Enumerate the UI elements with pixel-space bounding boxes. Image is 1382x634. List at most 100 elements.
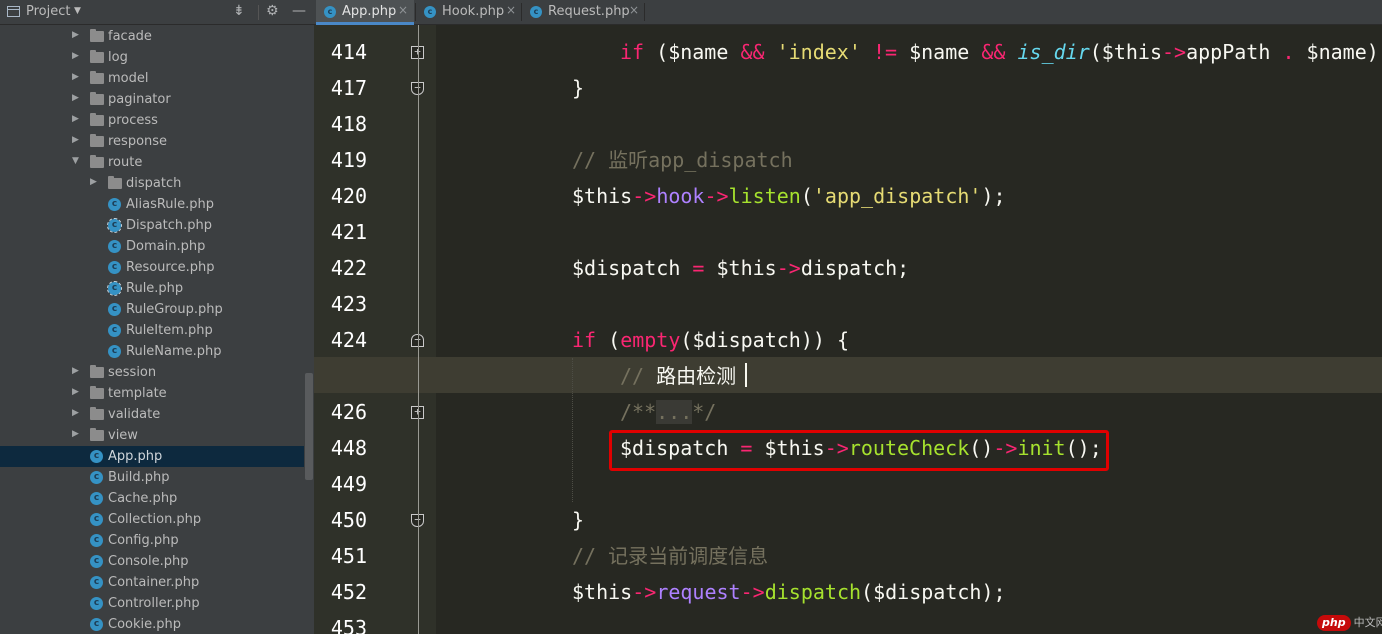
tree-item[interactable]: c App.php	[0, 446, 304, 467]
expand-arrow-right-icon[interactable]: ▶	[72, 408, 79, 418]
tree-item-label: Console.php	[108, 554, 189, 569]
tree-item[interactable]: ▶ dispatch	[0, 173, 304, 194]
tree-item[interactable]: c Resource.php	[0, 257, 304, 278]
expand-arrow-right-icon[interactable]: ▶	[72, 387, 79, 397]
code-token: 监听app_dispatch	[608, 148, 793, 172]
line-number: 421	[330, 220, 367, 244]
tree-item[interactable]: c Container.php	[0, 572, 304, 593]
code-line[interactable]: if ($name && 'index' != $name && is_dir(…	[620, 34, 1382, 70]
tree-item-label: session	[108, 365, 157, 380]
tree-item[interactable]: c RuleItem.php	[0, 320, 304, 341]
tree-item[interactable]: c Rule.php	[0, 278, 304, 299]
expand-arrow-right-icon[interactable]: ▶	[72, 429, 79, 439]
expand-arrow-right-icon[interactable]: ▶	[90, 177, 97, 187]
tree-item-label: Collection.php	[108, 512, 202, 527]
tree-item[interactable]: ▶ log	[0, 47, 304, 68]
tab-request-php[interactable]: c Request.php ×	[522, 0, 644, 24]
code-line[interactable]: }	[572, 502, 584, 538]
tree-item[interactable]: c Controller.php	[0, 593, 304, 614]
tree-item[interactable]: ▶ facade	[0, 26, 304, 47]
tree-item[interactable]: ▶ response	[0, 131, 304, 152]
tab-label: Request.php	[548, 4, 630, 19]
project-icon	[7, 6, 20, 17]
tree-item[interactable]: ▼ route	[0, 152, 304, 173]
project-title[interactable]: Project	[26, 4, 70, 19]
tree-item-label: log	[108, 50, 128, 65]
class-icon: c	[108, 303, 121, 316]
expand-arrow-right-icon[interactable]: ▶	[72, 366, 79, 376]
tab-hook-php[interactable]: c Hook.php ×	[416, 0, 520, 24]
tree-item[interactable]: ▶ model	[0, 68, 304, 89]
code-line[interactable]: // 记录当前调度信息	[572, 538, 768, 574]
class-icon: c	[530, 6, 542, 18]
code-editor[interactable]: 414+417−418419420421422423424−425426+448…	[314, 25, 1382, 634]
tree-item[interactable]: c RuleName.php	[0, 341, 304, 362]
expand-arrow-right-icon[interactable]: ▶	[72, 30, 79, 40]
tree-item-label: validate	[108, 407, 161, 422]
code-token: (	[596, 328, 621, 352]
line-number: 419	[330, 148, 367, 172]
hide-panel-icon[interactable]: —	[292, 3, 306, 19]
tree-item[interactable]: ▶ validate	[0, 404, 304, 425]
tree-item[interactable]: ▶ session	[0, 362, 304, 383]
class-icon: c	[108, 345, 121, 358]
code-line[interactable]: $dispatch = $this->dispatch;	[572, 250, 909, 286]
code-token: ->	[704, 184, 729, 208]
code-token: dispatch;	[800, 256, 910, 280]
close-icon[interactable]: ×	[398, 3, 408, 17]
tree-item[interactable]: c Collection.php	[0, 509, 304, 530]
expand-arrow-right-icon[interactable]: ▶	[72, 135, 79, 145]
tab-app-php[interactable]: c App.php ×	[316, 0, 414, 25]
code-token: //	[572, 148, 609, 172]
line-number: 449	[330, 472, 367, 496]
code-token: $dispatch	[873, 580, 982, 604]
expand-arrow-right-icon[interactable]: ▶	[72, 93, 79, 103]
tree-item[interactable]: ▶ template	[0, 383, 304, 404]
tree-item-label: process	[108, 113, 158, 128]
close-icon[interactable]: ×	[629, 3, 639, 17]
tree-item[interactable]: ▶ paginator	[0, 89, 304, 110]
code-line[interactable]: /**...*/	[620, 394, 716, 430]
tree-item[interactable]: c AliasRule.php	[0, 194, 304, 215]
tree-item-label: App.php	[108, 449, 163, 464]
expand-arrow-right-icon[interactable]: ▶	[72, 51, 79, 61]
code-line[interactable]: }	[572, 70, 584, 106]
expand-arrow-right-icon[interactable]: ▶	[72, 72, 79, 82]
sidebar-scrollbar-thumb[interactable]	[305, 373, 313, 480]
tree-item[interactable]: c Config.php	[0, 530, 304, 551]
gear-icon[interactable]: ⚙	[266, 3, 279, 19]
expand-arrow-down-icon[interactable]: ▼	[72, 156, 79, 166]
tree-item[interactable]: c Dispatch.php	[0, 215, 304, 236]
folder-icon	[90, 365, 104, 378]
code-line[interactable]: // 路由检测	[620, 358, 736, 394]
tree-item-label: model	[108, 71, 149, 86]
code-token: $name	[668, 40, 729, 64]
tree-item-label: AliasRule.php	[126, 197, 215, 212]
project-toolbar: Project ▼ ⇟ ⚙ —	[0, 0, 314, 25]
close-icon[interactable]: ×	[506, 3, 516, 17]
code-line[interactable]: // 监听app_dispatch	[572, 142, 793, 178]
tree-item[interactable]: c Build.php	[0, 467, 304, 488]
tree-item[interactable]: c RuleGroup.php	[0, 299, 304, 320]
tree-item[interactable]: c Console.php	[0, 551, 304, 572]
tree-item[interactable]: ▶ view	[0, 425, 304, 446]
expand-arrow-right-icon[interactable]: ▶	[72, 114, 79, 124]
collapse-all-icon[interactable]: ⇟	[233, 3, 245, 19]
code-token: !=	[872, 40, 898, 64]
dropdown-arrow-icon[interactable]: ▼	[74, 6, 81, 16]
code-line[interactable]: $this->request->dispatch($dispatch);	[572, 574, 1006, 610]
code-line[interactable]: $this->hook->listen('app_dispatch');	[572, 178, 1006, 214]
sidebar-scrollbar[interactable]	[304, 25, 314, 634]
class-icon: c	[424, 6, 436, 18]
tree-item[interactable]: ▶ process	[0, 110, 304, 131]
tree-item[interactable]: c Cookie.php	[0, 614, 304, 634]
code-token: );	[981, 580, 1006, 604]
tree-item[interactable]: c Domain.php	[0, 236, 304, 257]
tree-item[interactable]: c Cache.php	[0, 488, 304, 509]
code-line[interactable]: if (empty($dispatch)) {	[572, 322, 849, 358]
code-token: (	[644, 40, 669, 64]
line-number: 423	[330, 292, 367, 316]
code-token: }	[572, 508, 585, 532]
